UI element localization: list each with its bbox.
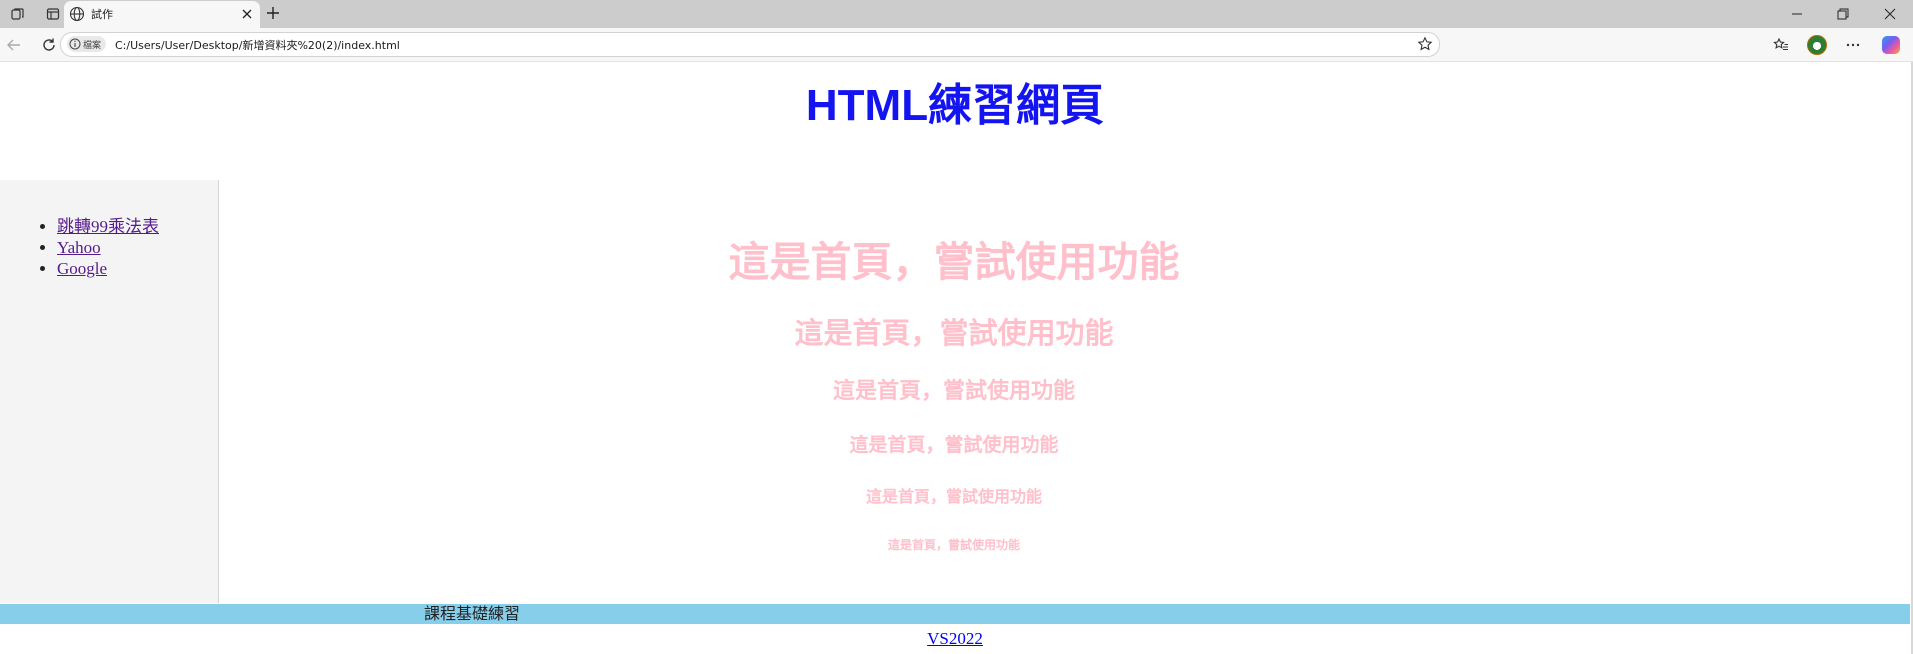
address-url[interactable]: C:/Users/User/Desktop/新增資料夾%20(2)/index.…: [115, 37, 400, 53]
refresh-icon[interactable]: [38, 34, 60, 56]
new-tab-icon[interactable]: [264, 4, 282, 26]
sidebar-link-multiplication-table[interactable]: 跳轉99乘法表: [57, 217, 159, 236]
active-tab[interactable]: 試作: [64, 1, 260, 28]
sidebar-link-yahoo[interactable]: Yahoo: [57, 238, 101, 257]
copilot-icon[interactable]: [1880, 34, 1902, 56]
heading-level-2: 這是首頁，嘗試使用功能: [794, 316, 1114, 350]
heading-level-4: 這是首頁，嘗試使用功能: [849, 434, 1059, 456]
globe-icon: [69, 6, 85, 26]
back-icon[interactable]: [3, 34, 25, 56]
page-title: HTML練習網頁: [805, 81, 1105, 130]
favorites-icon[interactable]: [1770, 34, 1792, 56]
sidebar-link-google[interactable]: Google: [57, 259, 107, 278]
site-info-chip[interactable]: 檔案: [67, 35, 107, 54]
address-bar[interactable]: 檔案 C:/Users/User/Desktop/新增資料夾%20(2)/ind…: [60, 32, 1440, 57]
tab-strip: 試作: [0, 0, 1913, 28]
info-icon: [69, 35, 81, 54]
list-item: 跳轉99乘法表: [57, 216, 159, 237]
heading-level-6: 這是首頁，嘗試使用功能: [887, 538, 1020, 552]
tab-actions-icon[interactable]: [40, 4, 66, 24]
footer-text: 課程基礎練習: [424, 604, 521, 623]
list-item: Yahoo: [57, 237, 159, 258]
footer-link-container: VS2022: [0, 629, 1910, 649]
more-icon[interactable]: [1842, 34, 1864, 56]
list-item: Google: [57, 258, 159, 279]
restore-icon[interactable]: [1826, 4, 1860, 24]
navigation-bar: 檔案 C:/Users/User/Desktop/新增資料夾%20(2)/ind…: [0, 28, 1913, 62]
minimize-icon[interactable]: [1780, 4, 1814, 24]
close-icon[interactable]: [240, 6, 254, 25]
heading-level-1: 這是首頁，嘗試使用功能: [728, 238, 1180, 286]
tab-title: 試作: [91, 8, 113, 21]
profile-avatar[interactable]: [1806, 34, 1828, 56]
footer-bar: 課程基礎練習: [0, 604, 1910, 624]
heading-level-5: 這是首頁，嘗試使用功能: [865, 487, 1042, 506]
workspaces-icon[interactable]: [5, 4, 31, 24]
address-chip-label: 檔案: [83, 40, 102, 51]
sidebar: 跳轉99乘法表 Yahoo Google: [0, 180, 219, 603]
window-close-icon[interactable]: [1873, 4, 1907, 24]
sidebar-link-list: 跳轉99乘法表 Yahoo Google: [57, 216, 159, 279]
footer-link-vs2022[interactable]: VS2022: [927, 629, 983, 648]
star-icon[interactable]: [1417, 36, 1433, 56]
heading-level-3: 這是首頁，嘗試使用功能: [832, 379, 1075, 404]
